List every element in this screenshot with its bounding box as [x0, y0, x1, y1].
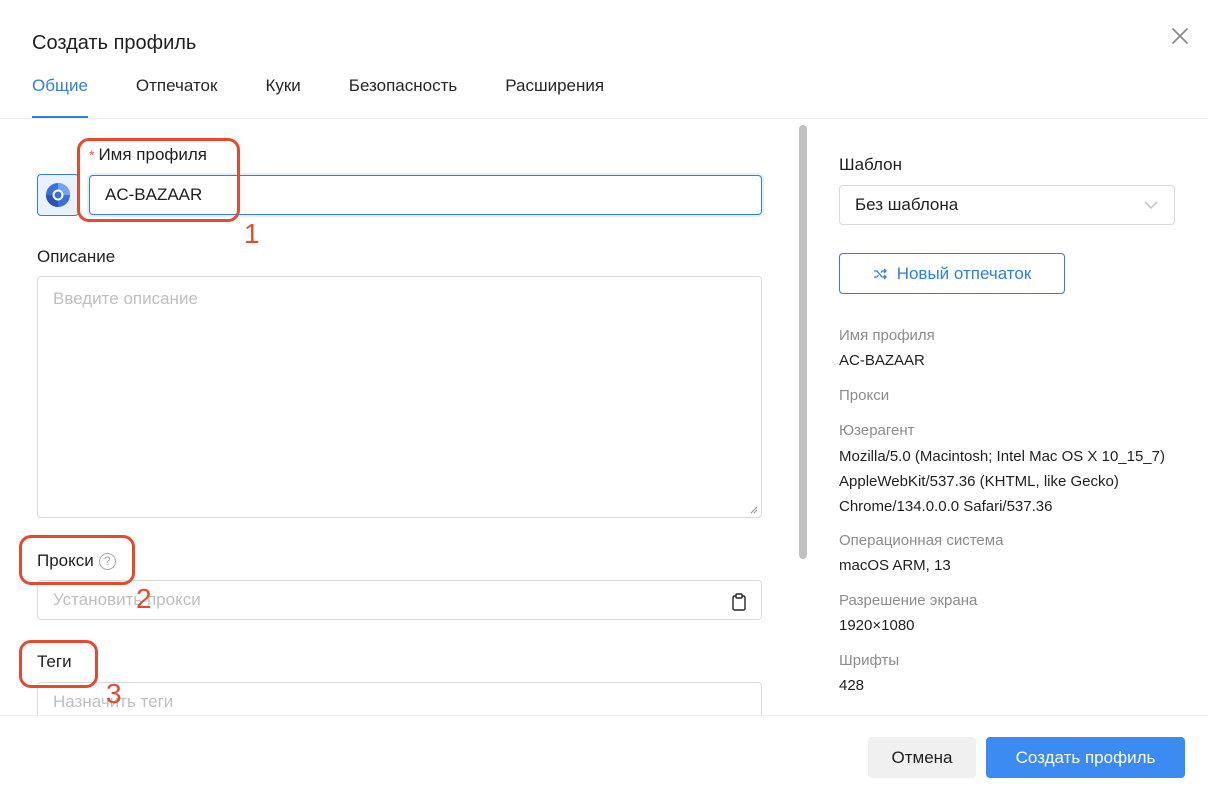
create-profile-dialog: Создать профиль Общие Отпечаток Куки Без… [0, 0, 1208, 800]
tab-extensions[interactable]: Расширения [505, 76, 604, 118]
browser-logo-icon[interactable] [37, 174, 79, 216]
annotation-box-1 [77, 138, 240, 222]
template-label: Шаблон [839, 155, 902, 174]
create-profile-button[interactable]: Создать профиль [986, 737, 1185, 778]
profile-summary-panel: Шаблон Без шаблона Новый отпечаток Имя п… [807, 119, 1208, 715]
summary-fonts-key: Шрифты [839, 652, 900, 669]
dialog-footer: Отмена Создать профиль [0, 715, 1208, 800]
summary-useragent-value: Mozilla/5.0 (Macintosh; Intel Mac OS X 1… [839, 448, 1165, 515]
shuffle-icon [873, 268, 887, 279]
dialog-title: Создать профиль [32, 32, 197, 54]
annotation-number-1: 1 [244, 218, 260, 249]
annotation-box-3 [19, 640, 98, 688]
new-fingerprint-label: Новый отпечаток [896, 263, 1032, 283]
summary-os-value: macOS ARM, 13 [839, 557, 951, 574]
template-select[interactable]: Без шаблона [839, 185, 1175, 225]
tab-cookies[interactable]: Куки [265, 76, 300, 118]
summary-useragent-key: Юзерагент [839, 422, 915, 439]
tab-fingerprint[interactable]: Отпечаток [136, 76, 218, 118]
template-value: Без шаблона [855, 195, 959, 214]
proxy-placeholder: Установить прокси [53, 590, 201, 609]
resize-handle-icon[interactable] [748, 504, 758, 514]
summary-resolution-key: Разрешение экрана [839, 592, 978, 609]
annotation-number-3: 3 [106, 678, 122, 709]
clipboard-icon[interactable] [731, 593, 747, 611]
close-icon[interactable] [1168, 24, 1192, 48]
summary-profile-name-value: AC-BAZAAR [839, 352, 925, 369]
summary-profile-name-key: Имя профиля [839, 327, 935, 344]
description-textarea[interactable]: Введите описание [37, 276, 762, 518]
summary-os-key: Операционная система [839, 532, 1004, 549]
cancel-button[interactable]: Отмена [868, 737, 976, 778]
tags-input[interactable]: Назначить теги [37, 682, 762, 715]
summary-proxy-key: Прокси [839, 387, 890, 404]
chevron-down-icon [1144, 201, 1158, 209]
tab-bar: Общие Отпечаток Куки Безопасность Расшир… [32, 76, 652, 118]
annotation-number-2: 2 [136, 583, 152, 614]
new-fingerprint-button[interactable]: Новый отпечаток [839, 253, 1065, 294]
tab-security[interactable]: Безопасность [349, 76, 457, 118]
tab-general[interactable]: Общие [32, 76, 88, 118]
annotation-box-2 [19, 535, 135, 585]
description-label: Описание [37, 247, 116, 266]
description-placeholder: Введите описание [53, 289, 198, 308]
form-scrollbar[interactable] [799, 125, 807, 559]
summary-resolution-value: 1920×1080 [839, 617, 915, 634]
summary-fonts-value: 428 [839, 677, 865, 694]
